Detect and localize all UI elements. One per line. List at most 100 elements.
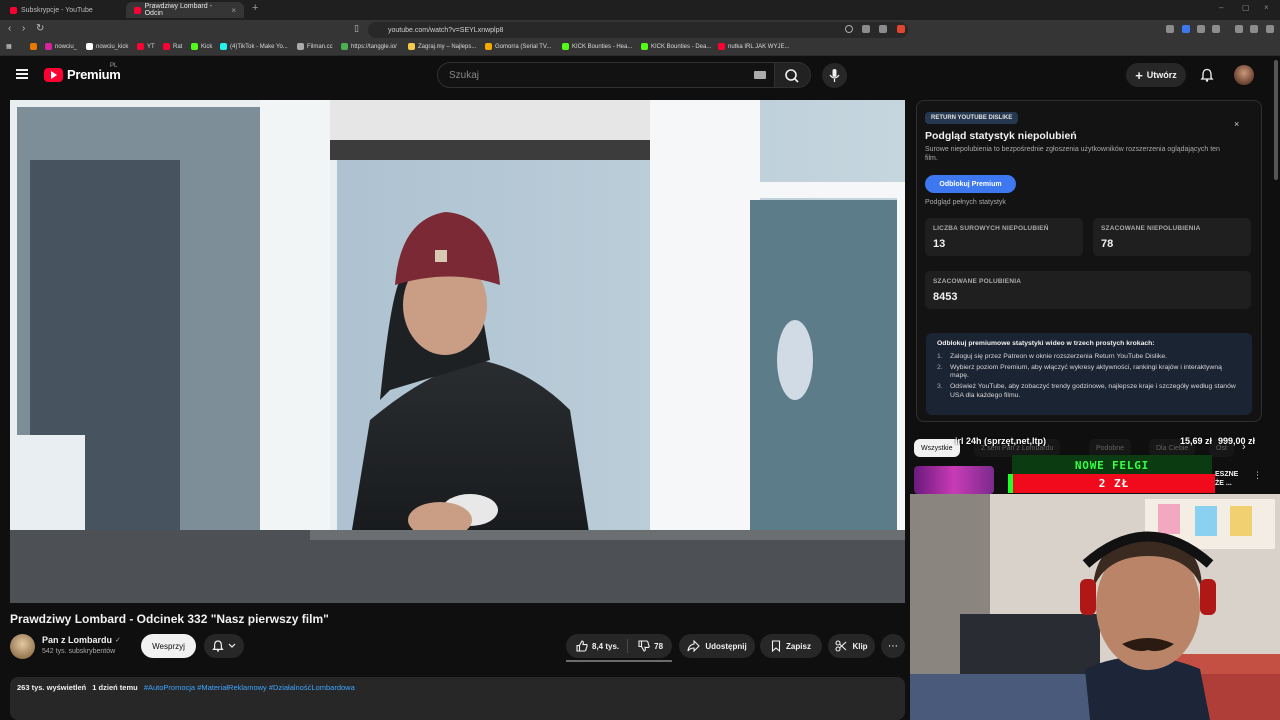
full-stats-preview-link[interactable]: Podgląd pełnych statystyk: [925, 199, 1006, 206]
view-count: 263 tys. wyświetleń: [17, 683, 87, 692]
youtube-favicon-icon: [134, 6, 141, 14]
page-scrollbar[interactable]: [1274, 60, 1278, 180]
brave-shield-icon[interactable]: [897, 25, 905, 33]
search-button[interactable]: [775, 62, 811, 88]
tab-subscriptions[interactable]: Subskrypcje - YouTube: [2, 2, 122, 18]
like-button[interactable]: 8,4 tys.: [566, 640, 619, 652]
new-tab-button[interactable]: +: [252, 2, 258, 14]
clip-button[interactable]: Klip: [828, 634, 875, 658]
hamburger-menu-icon[interactable]: [16, 69, 28, 79]
more-actions-button[interactable]: ⋯: [881, 634, 905, 658]
upload-date: 1 dzień temu: [92, 683, 138, 692]
close-window-icon[interactable]: ×: [1264, 3, 1269, 12]
scissors-icon: [835, 640, 847, 652]
bookmark-item[interactable]: Filman.cc: [297, 43, 333, 50]
bookmark-item[interactable]: KICK Bounties - Dea...: [641, 43, 711, 50]
more-icon: ⋯: [888, 640, 898, 652]
bookmark-item[interactable]: https://tanggle.io/: [341, 43, 397, 50]
reload-icon[interactable]: ↻: [36, 23, 44, 34]
description-box[interactable]: 263 tys. wyświetleń 1 dzień temu #AutoPr…: [10, 677, 905, 720]
support-label: Wesprzyj: [152, 641, 185, 651]
chip-label: Wszystkie: [921, 444, 953, 452]
create-button[interactable]: + Utwórz: [1126, 63, 1186, 87]
thumbs-down-icon: [638, 640, 650, 652]
close-icon[interactable]: ×: [1234, 119, 1239, 129]
chip-all[interactable]: Wszystkie: [914, 439, 960, 457]
unlock-premium-button[interactable]: Odblokuj Premium: [925, 175, 1016, 193]
bookmark-item[interactable]: nowciu_kick: [86, 43, 128, 50]
apps-icon[interactable]: ▦: [6, 43, 12, 50]
bookmark-label: YT: [147, 43, 155, 50]
bookmark-item[interactable]: Zagraj.my – Najleps...: [408, 43, 476, 50]
tab-current-video[interactable]: Prawdziwy Lombard - Odcin ×: [126, 2, 244, 18]
youtube-premium-logo[interactable]: Premium PL: [44, 63, 121, 82]
like-count: 8,4 tys.: [592, 641, 620, 651]
bookmark-item[interactable]: nowciu_: [45, 43, 77, 50]
bookmark-item[interactable]: Rat: [163, 43, 182, 50]
forward-icon[interactable]: ›: [22, 23, 25, 34]
stat-label: SZACOWANE POLUBIENIA: [933, 278, 1022, 285]
more-vertical-icon[interactable]: ⋮: [1253, 470, 1262, 481]
share-icon: [687, 640, 701, 652]
extension-icon[interactable]: [1212, 25, 1220, 33]
step-text: Wybierz poziom Premium, aby włączyć wykr…: [950, 363, 1222, 380]
share-button[interactable]: Udostępnij: [679, 634, 755, 658]
bookmark-page-icon[interactable]: ▯: [354, 23, 359, 34]
bookmark-item[interactable]: KICK Bounties - Hea...: [562, 43, 632, 50]
ryd-title: Podgląd statystyk niepolubień: [925, 130, 1077, 142]
browser-menu-icon[interactable]: [1266, 25, 1274, 33]
extension-icon[interactable]: [1197, 25, 1205, 33]
ryd-badge: RETURN YOUTUBE DISLIKE: [925, 112, 1019, 124]
voice-search-button[interactable]: [822, 63, 847, 88]
notifications-bell-icon[interactable]: [1200, 68, 1214, 82]
donation-goal-overlay: irl 24h (sprzęt,net,ltp) 15,69 zł 999,00…: [955, 436, 1255, 450]
browser-tab-bar: Subskrypcje - YouTube Prawdziwy Lombard …: [0, 0, 1280, 20]
back-icon[interactable]: ‹: [8, 23, 11, 34]
bookmark-label: Gomorra (Serial TV...: [495, 43, 552, 50]
bookmark-item[interactable]: (4)TikTok - Make Yo...: [220, 43, 288, 50]
bookmark-item[interactable]: Kick: [191, 43, 212, 50]
bookmark-label: KICK Bounties - Hea...: [572, 43, 633, 50]
keyboard-icon[interactable]: [754, 71, 766, 79]
video-player[interactable]: [10, 100, 905, 603]
search-input[interactable]: Szukaj: [437, 62, 775, 88]
stat-value: 13: [933, 238, 946, 250]
screenshot-icon[interactable]: [862, 25, 870, 33]
streamer-webcam: [910, 494, 1280, 720]
video-title: Prawdziwy Lombard - Odcinek 332 "Nasz pi…: [10, 612, 329, 626]
bookmarks-bar: ▦ nowciu_ nowciu_kick YT Rat Kick (4)Tik…: [0, 40, 1280, 56]
extension-icon[interactable]: [1166, 25, 1174, 33]
media-icon[interactable]: [1235, 25, 1243, 33]
bookmark-label: Kick: [201, 43, 213, 50]
maximize-icon[interactable]: ▢: [1242, 3, 1250, 12]
recommended-video-thumbnail[interactable]: [914, 466, 994, 494]
wallet-icon[interactable]: [1250, 25, 1258, 33]
step-number: 3.: [937, 383, 943, 391]
description-hashtags[interactable]: #AutoPromocja #MateriałReklamowy #Działa…: [144, 683, 355, 692]
minimize-icon[interactable]: –: [1219, 3, 1223, 12]
imdb-icon: [485, 43, 492, 50]
share-label: Udostępnij: [705, 641, 747, 651]
microphone-icon: [829, 69, 840, 82]
channel-avatar[interactable]: [10, 634, 35, 659]
unlock-premium-label: Odblokuj Premium: [939, 180, 1002, 188]
bookmark-item[interactable]: nutka IRL JAK WYJE...: [718, 43, 789, 50]
save-button[interactable]: Zapisz: [760, 634, 822, 658]
bookmark-item[interactable]: YT: [137, 43, 155, 50]
share-page-icon[interactable]: [879, 25, 887, 33]
recommended-video-title[interactable]: ESZNE ŻE ...: [1215, 470, 1255, 488]
channel-name[interactable]: Pan z Lombardu ✓: [42, 635, 121, 645]
zoom-icon[interactable]: [845, 25, 853, 33]
dislike-button[interactable]: 78: [628, 640, 663, 652]
subscription-notifications-button[interactable]: [204, 634, 244, 658]
bookmark-label: Rat: [173, 43, 183, 50]
step-item: 2. Wybierz poziom Premium, aby włączyć wy…: [937, 364, 1241, 382]
youtube-play-icon: [44, 67, 63, 82]
support-button[interactable]: Wesprzyj: [141, 634, 196, 658]
extension-icon[interactable]: [1182, 25, 1190, 33]
account-avatar[interactable]: [1234, 65, 1254, 85]
close-tab-icon[interactable]: ×: [231, 6, 236, 15]
bookmark-item[interactable]: [30, 43, 37, 50]
bookmark-item[interactable]: Gomorra (Serial TV...: [485, 43, 551, 50]
address-bar[interactable]: youtube.com/watch?v=SEYLxnwplp8: [368, 22, 908, 38]
